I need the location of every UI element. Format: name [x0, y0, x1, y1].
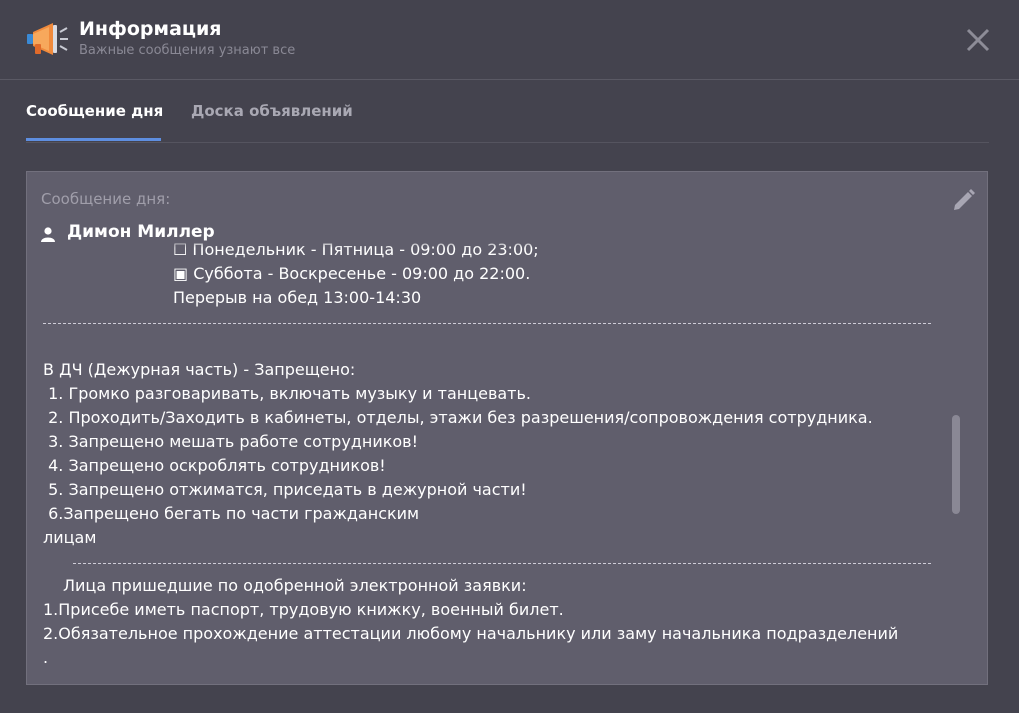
message-line: 1. Громко разговаривать, включать музыку…: [43, 384, 532, 403]
tab-bar: Сообщение дня Доска объявлений: [26, 96, 989, 143]
separator-line: [43, 323, 931, 324]
message-line: 3. Запрещено мешать работе сотрудников!: [43, 432, 419, 451]
message-panel: ☐ Понедельник - Пятница - 09:00 до 23:00…: [26, 171, 988, 685]
user-icon: [41, 227, 55, 242]
message-line: Перерыв на обед 13:00-14:30: [173, 288, 422, 307]
message-line: ▣ Суббота - Воскресенье - 09:00 до 22:00…: [173, 264, 531, 283]
author-name: Димон Миллер: [67, 222, 215, 242]
dialog-title: Информация: [79, 18, 222, 40]
dialog-header: Информация Важные сообщения узнают все: [0, 0, 1019, 80]
megaphone-icon: [27, 23, 68, 55]
message-line: .: [43, 648, 49, 667]
message-line: 2. Проходить/Заходить в кабинеты, отделы…: [43, 408, 873, 427]
scrollbar-thumb[interactable]: [952, 415, 960, 514]
message-line: 1.Присебе иметь паспорт, трудовую книжку…: [43, 600, 564, 619]
message-line: 4. Запрещено оскроблять сотрудников!: [43, 456, 386, 475]
dialog-subtitle: Важные сообщения узнают все: [79, 43, 296, 58]
message-line: 5. Запрещено отжиматся, приседать в дежу…: [43, 480, 527, 499]
separator-line: [73, 563, 931, 564]
message-line: лицам: [43, 528, 97, 547]
message-line: 2.Обязательное прохождение аттестации лю…: [43, 624, 899, 643]
tab-bulletin-board[interactable]: Доска объявлений: [191, 102, 353, 120]
pencil-icon[interactable]: [951, 187, 977, 213]
close-icon[interactable]: [964, 26, 992, 54]
tab-message-of-day[interactable]: Сообщение дня: [26, 102, 163, 120]
message-body: ☐ Понедельник - Пятница - 09:00 до 23:00…: [43, 238, 943, 678]
message-line: 6.Запрещено бегать по части гражданским: [43, 504, 420, 523]
message-label: Сообщение дня:: [41, 190, 171, 208]
message-line: Лица пришедшие по одобренной электронной…: [63, 576, 527, 595]
active-tab-indicator: [26, 138, 161, 141]
message-line: В ДЧ (Дежурная часть) - Запрещено:: [43, 360, 356, 379]
